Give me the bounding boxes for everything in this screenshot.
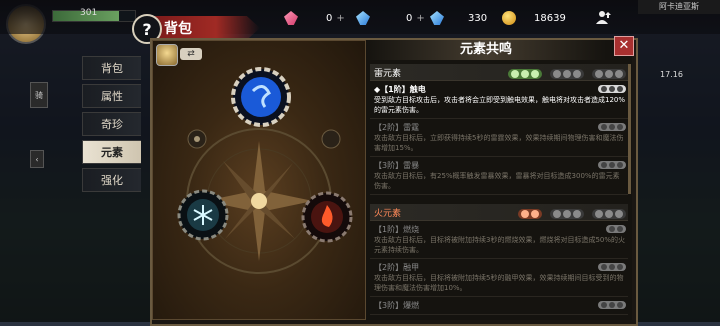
thunder-section: 雷元素 ◆【1阶】触电 受到敌方目标攻击后，攻击者将会立即受到触电效果，触电将对… bbox=[370, 64, 628, 195]
swap-icon[interactable]: ⇄ bbox=[180, 48, 202, 60]
level-dots-icon bbox=[598, 123, 626, 131]
list-item: 【3阶】雷暴 攻击敌方目标后，有25%概率触发雷暴效果，雷暴将对目标造成300%… bbox=[370, 157, 628, 195]
close-button[interactable]: ✕ bbox=[614, 36, 634, 56]
tab-attributes[interactable]: 属性 bbox=[82, 84, 141, 108]
right-side-number: 17.16 bbox=[660, 70, 683, 79]
collapse-arrow-icon[interactable]: ‹ bbox=[30, 150, 44, 168]
level-dots-icon bbox=[598, 85, 626, 93]
scrollbar[interactable] bbox=[628, 64, 631, 194]
light-small-icon bbox=[187, 129, 207, 149]
ice-element-icon bbox=[177, 189, 229, 241]
level-dots-icon bbox=[598, 263, 626, 271]
level-dots-icon bbox=[598, 161, 626, 169]
list-item: 【2阶】融甲 攻击敌方目标后，目标将被附加持续5秒的融甲效果，效果持续期间目标受… bbox=[370, 259, 628, 297]
map-label[interactable]: 阿卡迪亚斯 bbox=[638, 0, 720, 14]
page-title: 背包 bbox=[164, 21, 192, 37]
gold-coin-icon bbox=[502, 11, 516, 25]
list-item: 【2阶】雷霆 攻击敌方目标后，立即获得持续5秒的雷霆效果，效果持续期间物理伤害和… bbox=[370, 119, 628, 157]
fire-section: 火元素 【1阶】燃烧 攻击敌方目标后，目标将被附加持续3秒的燃烧效果，燃烧将对目… bbox=[370, 204, 628, 315]
section-header: 雷元素 bbox=[370, 64, 628, 81]
section-name: 火元素 bbox=[374, 208, 402, 219]
element-wheel-area bbox=[152, 40, 366, 320]
pink-gem-add-button[interactable]: + bbox=[336, 13, 344, 24]
resonance-level-2-icon bbox=[549, 208, 584, 219]
character-avatar[interactable] bbox=[156, 44, 178, 66]
pink-gem-counter[interactable]: 0 + bbox=[284, 10, 345, 26]
moon-small-icon bbox=[321, 129, 341, 149]
resonance-level-1-icon bbox=[507, 68, 542, 79]
section-name: 雷元素 bbox=[374, 68, 402, 79]
list-item: 【3阶】爆燃 bbox=[370, 297, 628, 315]
tab-treasures[interactable]: 奇珍 bbox=[82, 112, 141, 136]
resonance-level-3-icon bbox=[592, 68, 626, 79]
crystal-icon bbox=[430, 11, 444, 25]
gold-counter: 18639 bbox=[502, 10, 566, 26]
blue-gem-add-button[interactable]: + bbox=[416, 13, 424, 24]
resonance-title: 元素共鸣 bbox=[366, 40, 606, 60]
blue-gem-counter[interactable]: 0 + bbox=[356, 10, 425, 26]
element-wheel bbox=[177, 67, 353, 274]
user-upload-icon[interactable] bbox=[594, 10, 612, 24]
level-dots-icon bbox=[606, 225, 626, 233]
resonance-level-2-icon bbox=[549, 68, 584, 79]
list-item: 【1阶】燃烧 攻击敌方目标后，目标将被附加持续3秒的燃烧效果，燃烧将对目标造成5… bbox=[370, 221, 628, 259]
pink-gem-icon bbox=[284, 11, 298, 25]
list-item: ◆【1阶】触电 受到敌方目标攻击后，攻击者将会立即受到触电效果，触电将对攻击者造… bbox=[370, 81, 628, 119]
mount-button[interactable]: 骑 bbox=[30, 82, 48, 108]
level-dots-icon bbox=[598, 301, 626, 309]
crystal-counter: 330 bbox=[430, 10, 487, 26]
hp-value: 301 bbox=[80, 8, 98, 18]
tab-bag[interactable]: 背包 bbox=[82, 56, 141, 80]
tab-enhance[interactable]: 强化 bbox=[82, 168, 141, 192]
section-header: 火元素 bbox=[370, 204, 628, 221]
blue-gem-icon bbox=[356, 11, 370, 25]
fire-element-icon bbox=[301, 191, 353, 243]
thunder-element-icon bbox=[231, 67, 291, 127]
resonance-level-3-icon bbox=[592, 208, 626, 219]
resonance-level-1-icon bbox=[517, 208, 542, 219]
tab-elements[interactable]: 元素 bbox=[82, 140, 141, 164]
